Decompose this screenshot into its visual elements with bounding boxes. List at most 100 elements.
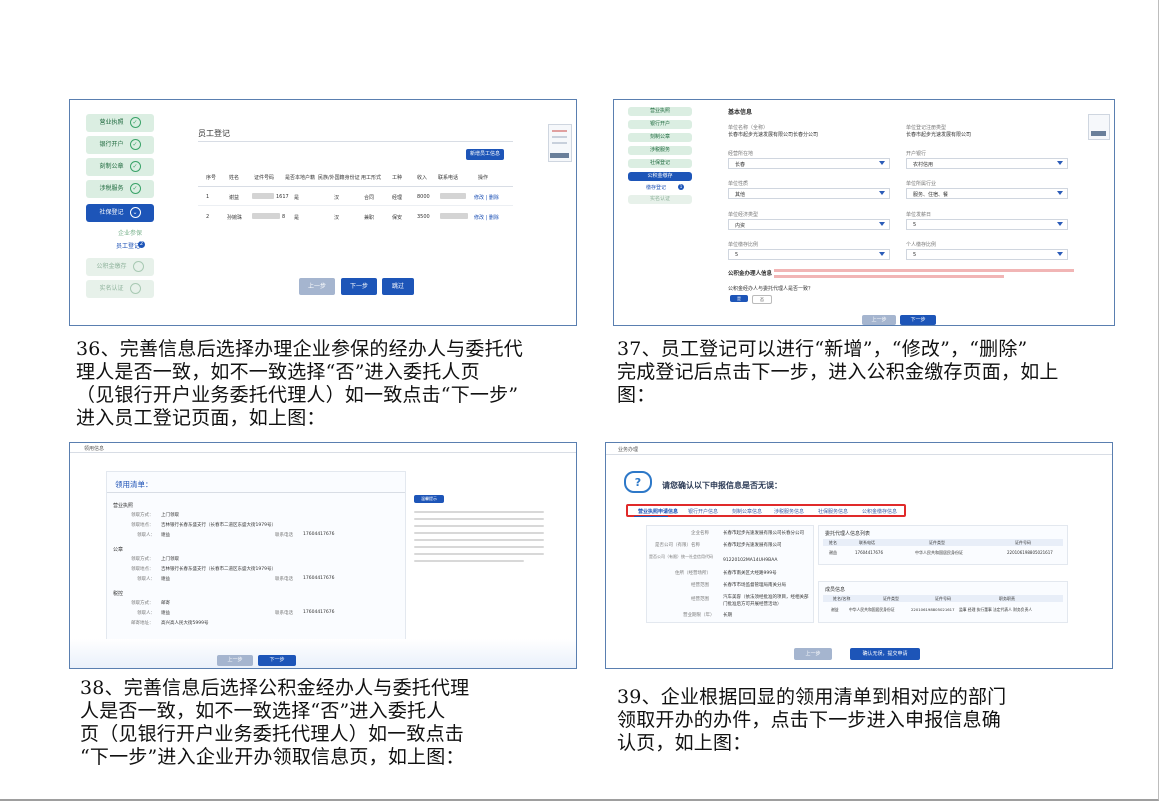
nav-bank-account: 银行开户 [628, 120, 692, 129]
tab-bar: 营业执照申请信息 银行开户信息 刻制公章信息 涉税服务信息 社保服务信息 公积金… [626, 504, 906, 517]
notice-text [414, 553, 544, 555]
nav-housing-fund: 公积金缴存 [628, 172, 692, 181]
nav-business-license: 营业执照 ✓ [86, 114, 154, 132]
caption-step-38: 38、完善信息后选择公积金经办人与委托代理 人是否一致，如不一致选择“否”进入委… [80, 677, 470, 768]
blurred-id [252, 213, 280, 219]
agent-list-panel: 委托代理人信息列表 姓名 联系电话 证件类型 证件号码 谢益 176044176… [818, 525, 1068, 565]
nav-bank-account: 银行开户 ✓ [86, 136, 154, 154]
sub-item-deposit-registration: 缴存登记 [646, 185, 667, 191]
select-personal-ratio[interactable]: 5 [906, 249, 1068, 260]
sub-item-badge: 2 [138, 241, 145, 248]
next-button[interactable]: 下一步 [900, 315, 936, 325]
nav-real-name: 实名认证 [628, 195, 692, 204]
prev-button[interactable]: 上一步 [299, 278, 335, 295]
notice-panel: 温馨提示 [414, 495, 552, 575]
confirm-title: 请您确认以下申报信息是否无误： [662, 481, 782, 490]
screenshot-housing-fund: 营业执照 银行开户 刻制公章 涉税服务 社保登记 公积金缴存 缴存登记 1 实名… [613, 99, 1115, 326]
header-title: 业务办理 [618, 447, 639, 453]
yes-button[interactable]: 是 [730, 295, 748, 302]
select-location[interactable]: 长春 [728, 158, 890, 169]
check-icon: ✓ [129, 139, 141, 150]
agent-section-title: 公积金办理人信息 [728, 271, 773, 277]
section-title: 基本信息 [728, 109, 753, 116]
row-actions[interactable]: 修改 | 删除 [474, 214, 499, 221]
divider [198, 205, 513, 206]
notice-text [414, 546, 544, 548]
notice-text [414, 532, 544, 534]
divider [70, 452, 576, 453]
sub-item-badge: 1 [678, 184, 684, 190]
select-unit-ratio[interactable]: 5 [728, 249, 890, 260]
check-icon: ✓ [129, 183, 141, 194]
tab-underline [634, 516, 668, 517]
row-actions[interactable]: 修改 | 删除 [474, 194, 499, 201]
notice-text [414, 511, 544, 513]
screenshot-pickup-info: 领用信息 领用清单： 营业执照 领取方式： 上门领取 领取地点： 吉林银行长春东… [69, 442, 577, 669]
header-title: 领用信息 [84, 446, 105, 452]
notice-text [414, 518, 544, 520]
nav-social-security: 社保登记 ⌄ [86, 204, 154, 222]
caption-step-39: 39、企业根据回显的领用清单到相对应的部门 领取开办的办件，点击下一步进入申报信… [617, 686, 1007, 754]
screenshot-employee-registration: 营业执照 ✓ 银行开户 ✓ 刻制公章 ✓ 涉税服务 ✓ 社保登记 ⌄ 企业参保 员工登记 … [69, 99, 577, 326]
check-icon: ✓ [129, 117, 141, 128]
tab-housing-fund[interactable]: 公积金缴存信息 [862, 508, 897, 515]
no-button[interactable]: 否 [752, 295, 772, 304]
skyline-decoration [70, 639, 576, 668]
screenshot-confirm-info: 业务办理 ? 请您确认以下申报信息是否无误： 营业执照申请信息 银行开户信息 刻… [605, 442, 1113, 669]
nav-social-security: 社保登记 [628, 159, 692, 168]
tab-bank-account[interactable]: 银行开户信息 [688, 508, 718, 515]
pickup-list-panel: 领用清单： 营业执照 领取方式： 上门领取 领取地点： 吉林银行长春东盛支行（长… [106, 471, 406, 649]
next-button[interactable]: 下一步 [258, 655, 296, 666]
select-industry[interactable]: 服务、住宿、餐 [906, 188, 1068, 199]
divider [198, 141, 513, 142]
prev-button[interactable]: 上一步 [794, 648, 832, 660]
select-bank[interactable]: 农村信用 [906, 158, 1068, 169]
divider [107, 492, 405, 493]
divider [606, 454, 1112, 455]
red-notice-text [774, 275, 1004, 278]
nav-real-name: 实名认证 [86, 280, 154, 298]
circle-icon [129, 283, 141, 294]
blurred-id [252, 193, 274, 199]
tab-tax[interactable]: 涉税服务信息 [774, 508, 804, 515]
mini-preview [548, 124, 572, 162]
nav-seal: 刻制公章 ✓ [86, 158, 154, 176]
caption-step-37: 37、员工登记可以进行“新增”，“修改”，“删除” 完成登记后点击下一步，进入公… [617, 338, 1059, 406]
blurred-phone [440, 193, 466, 199]
list-title: 领用清单： [115, 480, 153, 489]
tab-business-license[interactable]: 营业执照申请信息 [638, 508, 678, 515]
confirm-submit-button[interactable]: 确认无误，提交申请 [850, 648, 920, 660]
select-payday[interactable]: 5 [906, 219, 1068, 230]
notice-text [414, 539, 544, 541]
prev-button[interactable]: 上一步 [862, 315, 896, 325]
tab-social-security[interactable]: 社保服务信息 [818, 508, 848, 515]
agent-question: 公积金经办人与委托代理人是否一致？ [728, 286, 814, 292]
blurred-phone [440, 213, 468, 219]
notice-title: 温馨提示 [414, 495, 444, 503]
panel-title: 员工登记 [198, 129, 230, 138]
divider [198, 186, 513, 187]
skip-button[interactable]: 跳过 [382, 278, 414, 295]
add-employee-button[interactable]: 新增员工信息 [466, 149, 504, 160]
select-economic-type[interactable]: 内资 [728, 219, 890, 230]
nav-seal: 刻制公章 [628, 133, 692, 142]
mini-preview [1088, 114, 1110, 140]
circle-icon [132, 261, 144, 272]
next-button[interactable]: 下一步 [341, 278, 377, 295]
table-header: 序号 姓名 证件号码 是否本地户籍 民族/外国籍身份证 用工形式 工种 收入 联… [206, 175, 489, 181]
nav-tax: 涉税服务 [628, 146, 692, 155]
notice-text [414, 560, 524, 562]
tab-seal[interactable]: 刻制公章信息 [732, 508, 762, 515]
nav-tax: 涉税服务 ✓ [86, 180, 154, 198]
caption-step-36: 36、完善信息后选择办理企业参保的经办人与委托代 理人是否一致，如不一致选择“否… [76, 338, 523, 429]
notice-text [414, 525, 544, 527]
table-row: 2 孙婉珠 8 是 汉 兼职 保安 3500 修改 | 删除 [206, 213, 499, 221]
sub-item-enterprise-insurance: 企业参保 [118, 230, 143, 237]
member-panel: 成员信息 姓名/名称 证件类型 证件号码 职务职责 谢益 中华人民共和国居民身份… [818, 581, 1068, 623]
nav-housing-fund: 公积金缴存 [86, 258, 154, 276]
question-icon: ? [624, 471, 652, 493]
red-notice-text [774, 269, 1074, 272]
prev-button[interactable]: 上一步 [217, 655, 253, 666]
license-info-panel: 企业名称 长春市起步光速发展有限公司长春分公司 是否公司（有限）名称 长春市起步… [646, 525, 814, 623]
select-unit-nature[interactable]: 其他 [728, 188, 890, 199]
